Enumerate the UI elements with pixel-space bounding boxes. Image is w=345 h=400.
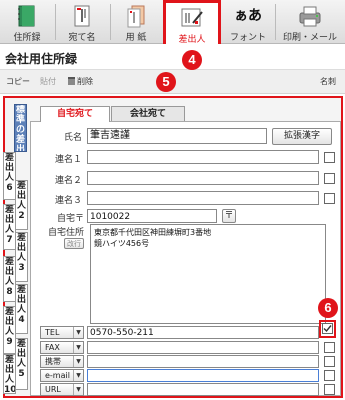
toolbar-divider [110,4,111,40]
postal-lookup-button[interactable]: 〒 [222,209,236,223]
toolbar-divider [55,4,56,40]
paste-button[interactable]: 貼付 [40,76,56,87]
contact-type-value: e-mail [45,371,70,380]
joint-name-3-label: 連名３ [54,196,82,206]
tab-home[interactable]: 自宅宛て [40,106,110,122]
contact-type-select-url[interactable]: URL ▼ [40,383,84,396]
paper-icon [127,5,145,28]
joint-name-2-field[interactable] [87,171,319,185]
callout-badge: 6 [318,298,338,318]
delete-button[interactable]: 削除 [68,76,93,87]
addressee-icon [74,5,90,27]
contact-type-value: 携帯 [45,357,61,366]
side-tab-sender-4[interactable]: 差出人4 [15,284,28,334]
contact-type-value: URL [45,385,61,394]
chevron-down-icon: ▼ [73,370,83,381]
sender-icon [181,8,203,27]
toolbar-font-button[interactable]: ぁあ フォント [223,1,273,43]
toolbar: 住所録 宛て名 用 紙 差出人 ぁあ フォント 印刷・メール [0,0,345,45]
contact-type-select-mobile[interactable]: 携帯 ▼ [40,355,84,368]
side-tab-default-sender[interactable]: 標準の差出人 [14,104,27,152]
side-tab-sender-10[interactable]: 差出人10 [3,354,16,394]
copy-button[interactable]: コピー [6,76,30,87]
joint-name-3-field[interactable] [87,191,319,205]
business-card-button[interactable]: 名刺 [320,76,336,87]
callout-badge: 4 [182,50,202,70]
printer-mail-icon [299,6,321,27]
side-tab-sender-2[interactable]: 差出人2 [15,180,28,230]
address-label: 自宅住所 [47,228,84,238]
contact-type-select-fax[interactable]: FAX ▼ [40,341,84,354]
tel-checkbox-highlight [319,320,336,338]
address-textarea[interactable]: 東京都千代田区神田練塀町3番地 鏡ハイツ456号 [90,224,326,324]
trash-icon [68,77,75,85]
toolbar-label: 住所録 [13,33,41,43]
joint-name-1-label: 連名１ [54,155,82,165]
toolbar-label: フォント [229,33,266,43]
callout-badge: 5 [156,72,176,92]
toolbar-label: 宛て名 [68,33,96,43]
tel-field[interactable]: 0570-550-211 [87,326,319,339]
chevron-down-icon: ▼ [73,327,83,338]
chevron-down-icon: ▼ [73,384,83,395]
contact-type-select-tel[interactable]: TEL ▼ [40,326,84,339]
name-field[interactable]: 筆吉遠謹 [87,128,267,144]
chevron-down-icon: ▼ [73,356,83,367]
joint-name-3-checkbox[interactable] [324,193,335,204]
toolbar-sender-button[interactable]: 差出人 [163,0,221,45]
contact-type-value: FAX [45,343,60,352]
email-checkbox[interactable] [324,370,335,381]
toolbar-paper-button[interactable]: 用 紙 [112,1,160,43]
tab-office[interactable]: 会社宛て [111,106,185,121]
address-line: 鏡ハイツ456号 [94,239,150,248]
delete-label: 削除 [77,77,93,86]
name-label: 氏名 [63,133,82,143]
extended-kanji-button[interactable]: 拡張漢字 [272,128,332,145]
font-icon: ぁあ [234,8,262,24]
url-field[interactable] [87,383,319,396]
toolbar-address-book-button[interactable]: 住所録 [2,1,52,43]
side-tab-sender-3[interactable]: 差出人3 [15,232,28,282]
joint-name-1-checkbox[interactable] [324,152,335,163]
chevron-down-icon: ▼ [73,342,83,353]
page-title: 会社用住所録 [5,52,78,66]
email-field[interactable] [87,369,319,382]
title-bar: 会社用住所録 [0,44,345,70]
toolbar-divider [275,4,276,40]
fax-field[interactable] [87,341,319,354]
toolbar-addressee-button[interactable]: 宛て名 [57,1,107,43]
contact-type-select-email[interactable]: e-mail ▼ [40,369,84,382]
address-book-icon [18,5,35,27]
fax-checkbox[interactable] [324,342,335,353]
contact-type-value: TEL [45,328,60,337]
toolbar-print-mail-button[interactable]: 印刷・メール [277,1,343,43]
joint-name-1-field[interactable] [87,150,319,164]
joint-name-2-label: 連名２ [54,176,82,186]
postal-code-label: 自宅〒 [56,214,84,224]
mobile-field[interactable] [87,355,319,368]
address-linebreak-button[interactable]: 改行 [64,238,84,249]
address-line: 東京都千代田区神田練塀町3番地 [94,228,212,237]
toolbar-label: 印刷・メール [282,33,337,43]
side-tab-sender-5[interactable]: 差出人5 [15,338,28,390]
postal-code-field[interactable]: 1010022 [87,209,217,223]
toolbar-label: 用 紙 [125,33,147,43]
url-checkbox[interactable] [324,384,335,395]
joint-name-2-checkbox[interactable] [324,173,335,184]
mobile-checkbox[interactable] [324,356,335,367]
